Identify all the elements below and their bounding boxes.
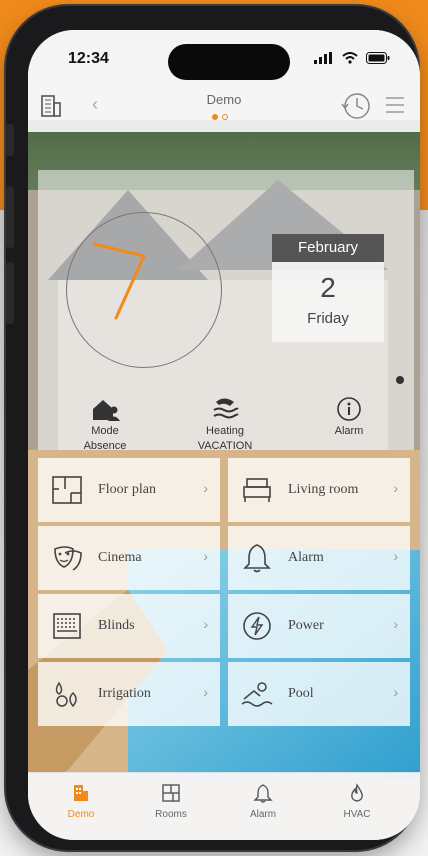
irrigation-icon (55, 681, 77, 708)
status-icons (314, 52, 390, 64)
clock-hands (92, 242, 146, 320)
flame-icon (351, 783, 363, 802)
heating-value: VACATION (197, 440, 253, 452)
nav-hvac[interactable]: HVAC (322, 783, 392, 820)
house-person-icon (93, 400, 120, 421)
page-dot[interactable] (222, 114, 228, 120)
mode-status[interactable]: Mode Absence (50, 396, 160, 454)
tile-label: Alarm (288, 550, 324, 565)
date-month: February (272, 234, 384, 262)
tile-irrigation[interactable]: Irrigation › (38, 662, 220, 726)
rooms-icon (162, 784, 180, 802)
blinds-icon (53, 613, 81, 639)
nav-label: Demo (67, 809, 95, 820)
chevron-right-icon: › (203, 480, 208, 496)
theater-masks-icon (54, 546, 82, 571)
nav-alarm[interactable]: Alarm (228, 783, 298, 820)
app-screen: 12:34 ‹ Demo February 2 Friday Mode Abse… (28, 30, 420, 840)
floor-plan-icon (52, 476, 82, 504)
tile-label: Floor plan (98, 482, 156, 497)
heating-status[interactable]: Heating VACATION (170, 396, 280, 454)
nav-demo[interactable]: Demo (46, 783, 116, 820)
analog-clock (66, 212, 222, 368)
tile-pool[interactable]: Pool › (228, 662, 410, 726)
history-clock-icon[interactable] (340, 90, 372, 122)
tile-power[interactable]: Power › (228, 594, 410, 658)
chevron-right-icon: › (203, 684, 208, 700)
bell-icon (253, 784, 273, 803)
bed-icon (243, 478, 271, 502)
tile-cinema[interactable]: Cinema › (38, 526, 220, 590)
info-panel: February 2 Friday Mode Absence Heating V… (38, 170, 414, 452)
panel-page-dot (396, 376, 404, 384)
page-dot-active[interactable] (212, 114, 218, 120)
volume-up-button (6, 186, 14, 248)
status-bar: 12:34 (28, 30, 420, 82)
page-indicator (212, 114, 228, 120)
nav-label: Alarm (249, 809, 277, 820)
tile-living-room[interactable]: Living room › (228, 458, 410, 522)
dynamic-island (168, 44, 290, 80)
app-header: ‹ Demo (28, 82, 420, 132)
tile-label: Cinema (98, 550, 142, 565)
wifi-icon (342, 52, 358, 64)
status-time: 12:34 (68, 50, 109, 67)
heating-icon (213, 398, 239, 419)
phone-frame: 12:34 ‹ Demo February 2 Friday Mode Abse… (6, 6, 420, 850)
chevron-right-icon: › (393, 684, 398, 700)
heating-label: Heating (206, 425, 244, 437)
chevron-right-icon: › (393, 480, 398, 496)
chevron-right-icon: › (393, 616, 398, 632)
alarm-label: Alarm (334, 425, 364, 437)
date-day: 2 (320, 272, 336, 303)
chevron-right-icon: › (393, 548, 398, 564)
tile-blinds[interactable]: Blinds › (38, 594, 220, 658)
pool-icon (241, 682, 273, 707)
battery-icon (366, 52, 390, 64)
tile-label: Irrigation (98, 686, 151, 701)
menu-icon[interactable] (384, 94, 406, 116)
mode-label: Mode (91, 425, 119, 437)
date-card: February 2 Friday (272, 234, 384, 342)
tile-label: Living room (288, 482, 359, 497)
tile-floor-plan[interactable]: Floor plan › (38, 458, 220, 522)
side-button (6, 124, 14, 156)
tile-label: Blinds (98, 618, 135, 633)
alarm-status[interactable]: Alarm (294, 396, 404, 439)
chevron-right-icon: › (203, 548, 208, 564)
mode-value: Absence (83, 440, 127, 452)
power-icon (243, 612, 271, 640)
tile-label: Pool (288, 686, 314, 701)
building-icon (74, 785, 88, 801)
bottom-nav: Demo Rooms Alarm HVAC (28, 772, 420, 840)
volume-down-button (6, 262, 14, 324)
bell-icon (243, 544, 271, 573)
nav-label: Rooms (155, 809, 187, 820)
tile-alarm[interactable]: Alarm › (228, 526, 410, 590)
nav-label: HVAC (343, 809, 371, 820)
room-tiles-grid: Floor plan › Living room › Cinema › Alar… (38, 458, 414, 728)
nav-rooms[interactable]: Rooms (136, 783, 206, 820)
chevron-right-icon: › (203, 616, 208, 632)
info-icon (337, 397, 361, 421)
signal-icon (314, 52, 332, 64)
date-weekday: Friday (307, 310, 349, 327)
tile-label: Power (288, 618, 324, 633)
